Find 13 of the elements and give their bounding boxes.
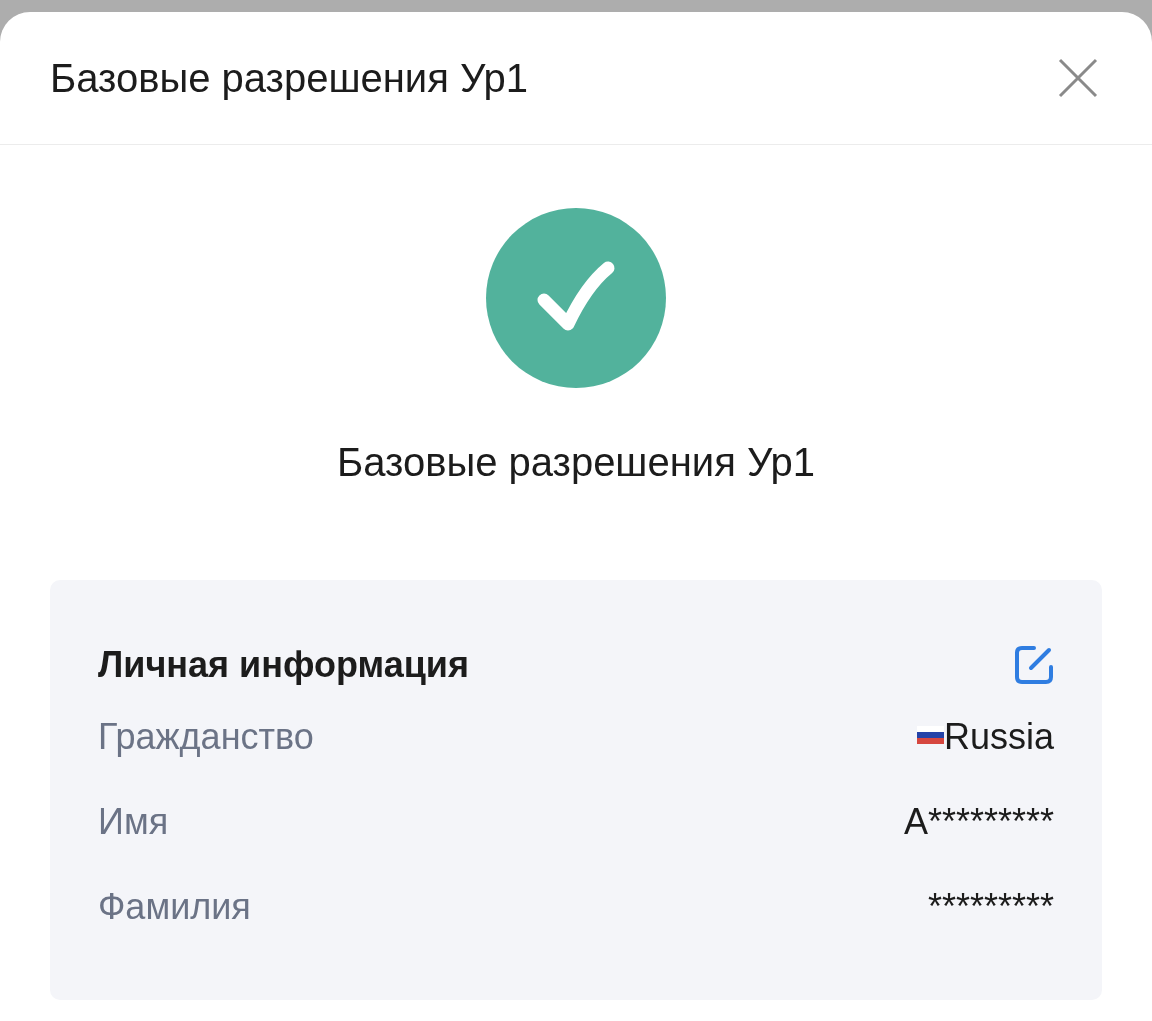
field-label: Гражданство [98,715,314,758]
edit-icon[interactable] [1014,645,1054,685]
field-label: Фамилия [98,885,251,928]
field-value: ********* [927,885,1054,928]
section-title: Личная информация [98,644,469,686]
field-value: A********* [903,800,1054,843]
field-label: Имя [98,800,169,843]
dialog-title: Базовые разрешения Ур1 [50,55,529,101]
status-title: Базовые разрешения Ур1 [336,440,816,485]
flag-icon [916,725,944,744]
success-check-icon [486,208,666,388]
close-icon[interactable] [1058,58,1098,98]
field-value: Russia [943,715,1054,758]
